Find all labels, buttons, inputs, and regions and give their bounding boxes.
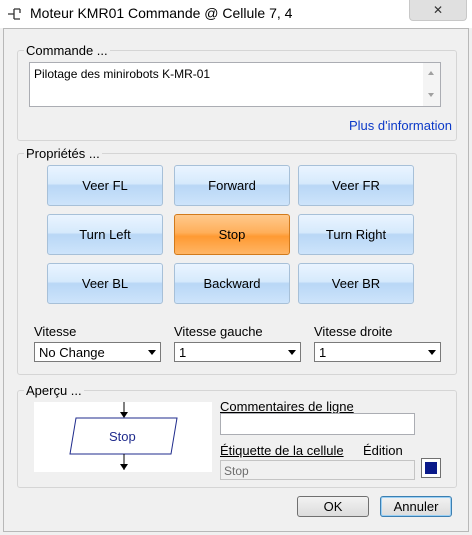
veer-bl-button[interactable]: Veer BL xyxy=(47,263,163,304)
cell-color-picker[interactable] xyxy=(421,458,441,478)
button-label: Veer FL xyxy=(82,178,128,193)
command-description-textarea[interactable]: Pilotage des minirobots K-MR-01 xyxy=(29,62,441,107)
line-comment-input[interactable] xyxy=(220,413,415,435)
cell-label-label: Étiquette de la cellule xyxy=(220,443,344,458)
chevron-down-icon xyxy=(148,350,156,355)
button-label: Forward xyxy=(208,178,256,193)
button-label: Turn Left xyxy=(79,227,131,242)
cell-label-value: Stop xyxy=(224,464,249,478)
chevron-down-icon xyxy=(428,350,436,355)
speed-select-value: No Change xyxy=(39,345,105,360)
more-info-link[interactable]: Plus d'information xyxy=(349,118,459,133)
flowchart-block-label: Stop xyxy=(109,429,136,444)
chevron-down-icon xyxy=(288,350,296,355)
close-icon: ✕ xyxy=(432,3,444,17)
scroll-up-icon[interactable] xyxy=(428,71,434,75)
button-label: Veer FR xyxy=(332,178,380,193)
title-bar: Moteur KMR01 Commande @ Cellule 7, 4 ✕ xyxy=(0,0,472,28)
command-group-label: Commande ... xyxy=(24,43,110,58)
cancel-button[interactable]: Annuler xyxy=(380,496,452,517)
flowchart-preview: Stop xyxy=(34,402,212,472)
ok-button[interactable]: OK xyxy=(297,496,369,517)
button-label: Veer BR xyxy=(331,276,381,291)
backward-button[interactable]: Backward xyxy=(174,263,290,304)
command-description-text: Pilotage des minirobots K-MR-01 xyxy=(34,67,211,81)
speed-left-label: Vitesse gauche xyxy=(174,324,263,339)
button-label: Veer BL xyxy=(81,276,129,291)
cell-label-input[interactable]: Stop xyxy=(220,460,415,480)
speed-right-select-value: 1 xyxy=(319,345,327,360)
speed-left-select-value: 1 xyxy=(179,345,187,360)
properties-group-label: Propriétés ... xyxy=(24,146,102,161)
app-icon xyxy=(8,8,21,20)
close-button[interactable]: ✕ xyxy=(409,0,467,21)
preview-group-label: Aperçu ... xyxy=(24,383,84,398)
button-label: Stop xyxy=(218,227,246,242)
vertical-scrollbar[interactable] xyxy=(423,63,440,106)
speed-left-select[interactable]: 1 xyxy=(174,342,301,362)
speed-right-label: Vitesse droite xyxy=(314,324,393,339)
color-swatch-fill xyxy=(425,462,437,474)
turn-left-button[interactable]: Turn Left xyxy=(47,214,163,255)
veer-fl-button[interactable]: Veer FL xyxy=(47,165,163,206)
window-title: Moteur KMR01 Commande @ Cellule 7, 4 xyxy=(30,5,293,21)
line-comment-label: Commentaires de ligne xyxy=(220,399,354,414)
speed-label: Vitesse xyxy=(34,324,77,339)
turn-right-button[interactable]: Turn Right xyxy=(298,214,414,255)
scroll-down-icon[interactable] xyxy=(428,93,434,97)
stop-button[interactable]: Stop xyxy=(174,214,290,255)
ok-button-label: OK xyxy=(323,499,343,514)
forward-button[interactable]: Forward xyxy=(174,165,290,206)
cancel-button-label: Annuler xyxy=(393,499,439,514)
edit-label: Édition xyxy=(363,443,403,458)
button-label: Turn Right xyxy=(325,227,387,242)
button-label: Backward xyxy=(203,276,261,291)
veer-br-button[interactable]: Veer BR xyxy=(298,263,414,304)
speed-right-select[interactable]: 1 xyxy=(314,342,441,362)
speed-select[interactable]: No Change xyxy=(34,342,161,362)
veer-fr-button[interactable]: Veer FR xyxy=(298,165,414,206)
